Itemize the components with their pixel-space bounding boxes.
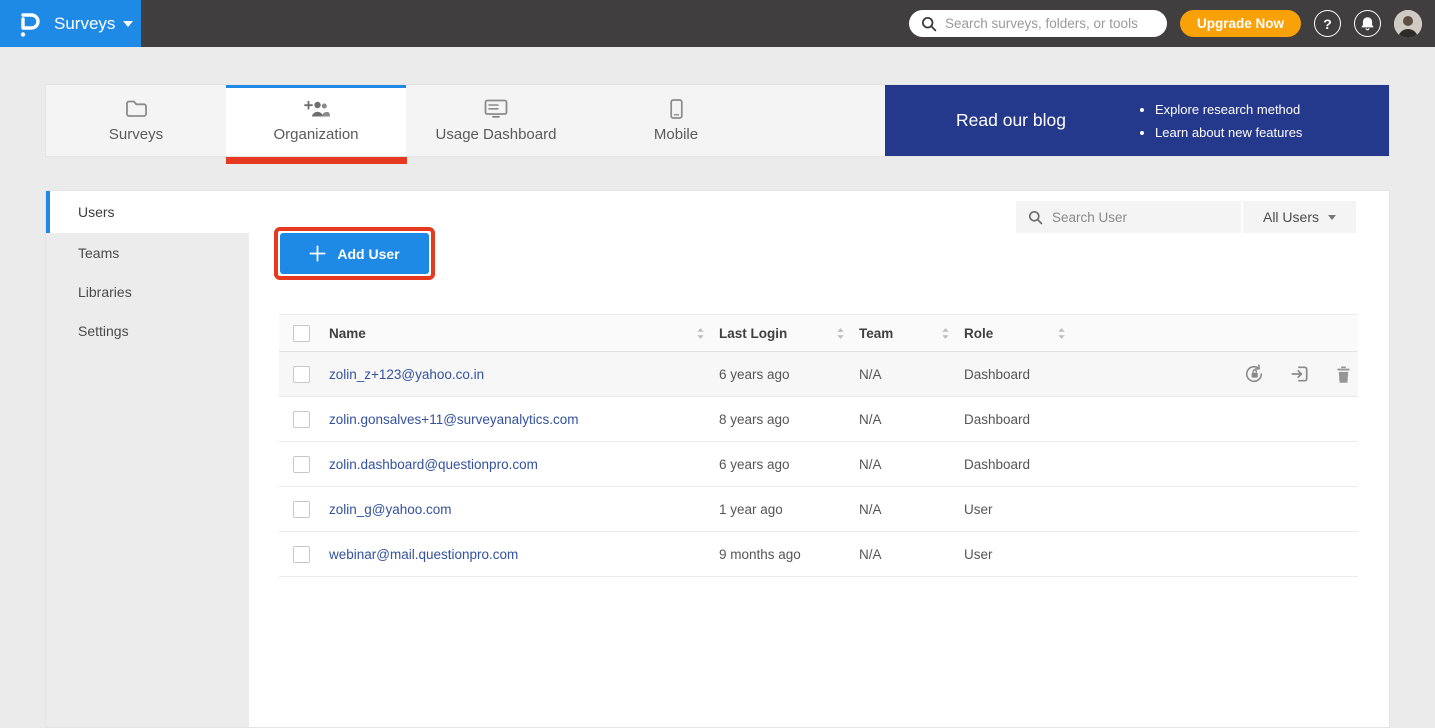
delete-icon[interactable]: [1335, 365, 1352, 384]
sort-icon[interactable]: [1057, 327, 1066, 340]
select-all-checkbox[interactable]: [293, 325, 310, 342]
row-checkbox[interactable]: [293, 546, 310, 563]
search-icon: [1028, 210, 1043, 225]
sidebar-item-label: Teams: [78, 245, 119, 261]
plus-icon: [309, 245, 326, 262]
user-filter-bar: All Users: [1016, 201, 1356, 233]
sort-icon[interactable]: [836, 327, 845, 340]
tab-label: Organization: [273, 126, 358, 143]
search-user-input[interactable]: [1052, 210, 1229, 225]
users-panel: All Users Add User Name: [249, 191, 1389, 727]
role-value: User: [964, 502, 993, 517]
annotation-highlight-add-user: Add User: [274, 227, 435, 280]
role-value: User: [964, 547, 993, 562]
bell-icon: [1359, 15, 1376, 32]
reset-password-icon[interactable]: [1243, 363, 1265, 385]
sidebar-item-label: Libraries: [78, 284, 132, 300]
mobile-icon: [670, 99, 683, 119]
row-checkbox[interactable]: [293, 366, 310, 383]
tab-label: Surveys: [109, 126, 163, 143]
table-row: zolin.dashboard@questionpro.com 6 years …: [279, 442, 1358, 487]
last-login-value: 1 year ago: [719, 502, 783, 517]
sort-icon[interactable]: [941, 327, 950, 340]
user-name-link[interactable]: zolin_g@yahoo.com: [329, 502, 452, 517]
column-header-team[interactable]: Team: [859, 326, 893, 341]
search-user-field[interactable]: [1016, 201, 1241, 233]
team-value: N/A: [859, 367, 882, 382]
upgrade-now-button[interactable]: Upgrade Now: [1180, 10, 1301, 37]
sidebar-item-settings[interactable]: Settings: [46, 311, 249, 350]
last-login-value: 6 years ago: [719, 457, 790, 472]
table-row: zolin.gonsalves+11@surveyanalytics.com 8…: [279, 397, 1358, 442]
add-people-icon: [302, 99, 330, 119]
role-value: Dashboard: [964, 367, 1030, 382]
content-card: Users Teams Libraries Settings All Users: [45, 190, 1390, 728]
table-row: webinar@mail.questionpro.com 9 months ag…: [279, 532, 1358, 577]
login-as-user-icon[interactable]: [1290, 364, 1310, 384]
blog-promo-panel[interactable]: Read our blog Explore research method Le…: [885, 85, 1389, 156]
questionpro-logo-icon: [17, 10, 41, 38]
user-name-link[interactable]: zolin_z+123@yahoo.co.in: [329, 367, 484, 382]
blog-bullet: Explore research method: [1155, 98, 1302, 121]
chevron-down-icon: [123, 21, 133, 27]
blog-bullet-list: Explore research method Learn about new …: [1137, 98, 1302, 144]
role-value: Dashboard: [964, 457, 1030, 472]
settings-sidebar: Users Teams Libraries Settings: [46, 191, 249, 727]
row-checkbox[interactable]: [293, 456, 310, 473]
app-logo-menu[interactable]: Surveys: [0, 0, 141, 47]
user-name-link[interactable]: webinar@mail.questionpro.com: [329, 547, 518, 562]
last-login-value: 9 months ago: [719, 547, 801, 562]
tab-label: Usage Dashboard: [436, 126, 557, 143]
sort-icon[interactable]: [696, 327, 705, 340]
users-table-header: Name Last Login Team: [279, 314, 1358, 352]
team-value: N/A: [859, 412, 882, 427]
row-checkbox[interactable]: [293, 501, 310, 518]
sidebar-item-users[interactable]: Users: [46, 191, 249, 233]
tab-mobile[interactable]: Mobile: [586, 85, 766, 156]
users-table: Name Last Login Team: [279, 314, 1358, 577]
annotation-highlight-tab-underline: [226, 157, 407, 164]
app-menu-label: Surveys: [54, 14, 115, 34]
chevron-down-icon: [1328, 215, 1336, 220]
user-name-link[interactable]: zolin.dashboard@questionpro.com: [329, 457, 538, 472]
column-header-name[interactable]: Name: [329, 326, 366, 341]
global-search[interactable]: [909, 10, 1167, 37]
search-icon: [921, 16, 937, 32]
table-row: zolin_z+123@yahoo.co.in 6 years ago N/A …: [279, 352, 1358, 397]
column-header-role[interactable]: Role: [964, 326, 993, 341]
row-checkbox[interactable]: [293, 411, 310, 428]
last-login-value: 6 years ago: [719, 367, 790, 382]
module-tabbar: Surveys Organization Usage Dashboard: [45, 84, 1390, 157]
blog-panel-title: Read our blog: [885, 110, 1137, 131]
table-row: zolin_g@yahoo.com 1 year ago N/A User: [279, 487, 1358, 532]
global-search-input[interactable]: [945, 16, 1155, 31]
blog-bullet: Learn about new features: [1155, 121, 1302, 144]
help-button[interactable]: ?: [1314, 10, 1341, 37]
topbar: Surveys Upgrade Now ?: [0, 0, 1435, 47]
folder-icon: [125, 99, 148, 119]
column-header-last-login[interactable]: Last Login: [719, 326, 787, 341]
notifications-button[interactable]: [1354, 10, 1381, 37]
team-value: N/A: [859, 547, 882, 562]
sidebar-item-libraries[interactable]: Libraries: [46, 272, 249, 311]
user-avatar[interactable]: [1394, 10, 1422, 38]
team-value: N/A: [859, 502, 882, 517]
add-user-label: Add User: [337, 246, 399, 262]
tab-organization[interactable]: Organization: [226, 85, 406, 156]
all-users-dropdown[interactable]: All Users: [1243, 201, 1356, 233]
avatar-photo: [1394, 10, 1422, 38]
sidebar-item-label: Settings: [78, 323, 129, 339]
user-name-link[interactable]: zolin.gonsalves+11@surveyanalytics.com: [329, 412, 578, 427]
role-value: Dashboard: [964, 412, 1030, 427]
all-users-dropdown-value: All Users: [1263, 209, 1319, 225]
sidebar-item-label: Users: [78, 204, 115, 220]
tab-surveys[interactable]: Surveys: [46, 85, 226, 156]
add-user-button[interactable]: Add User: [280, 233, 429, 274]
sidebar-item-teams[interactable]: Teams: [46, 233, 249, 272]
last-login-value: 8 years ago: [719, 412, 790, 427]
team-value: N/A: [859, 457, 882, 472]
tab-label: Mobile: [654, 126, 698, 143]
tab-usage-dashboard[interactable]: Usage Dashboard: [406, 85, 586, 156]
dashboard-icon: [484, 99, 508, 119]
